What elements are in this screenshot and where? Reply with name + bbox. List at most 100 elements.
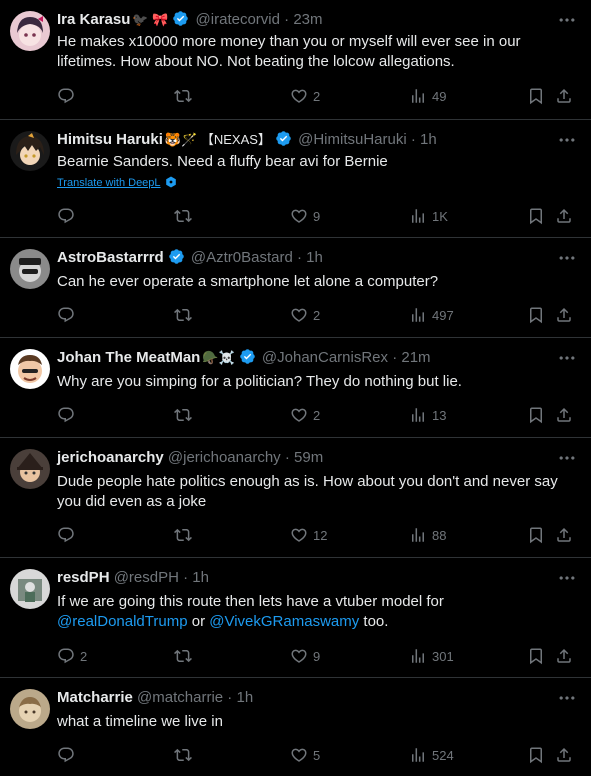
display-name[interactable]: AstroBastarrrd: [57, 249, 164, 266]
share-button[interactable]: [555, 646, 573, 666]
reply-button[interactable]: [57, 305, 80, 325]
mention-link[interactable]: @realDonaldTrump: [57, 613, 188, 630]
handle[interactable]: @resdPH: [114, 569, 179, 586]
like-button[interactable]: 5: [290, 745, 320, 765]
mention-link[interactable]: @VivekGRamaswamy: [209, 613, 359, 630]
verified-badge-icon[interactable]: [275, 130, 292, 147]
share-button[interactable]: [555, 305, 573, 325]
handle[interactable]: @JohanCarnisRex: [262, 349, 388, 366]
post-4[interactable]: Johan The MeatMan 🪖☠️ @JohanCarnisRex · 2…: [0, 338, 591, 438]
views-button[interactable]: 88: [409, 525, 446, 545]
views-button[interactable]: 1K: [409, 206, 448, 226]
share-icon: [555, 406, 573, 424]
bookmark-icon: [527, 647, 545, 665]
share-button[interactable]: [555, 405, 573, 425]
post-6[interactable]: resdPH @resdPH · 1h If we are going this…: [0, 558, 591, 678]
more-icon[interactable]: [557, 568, 577, 588]
avatar[interactable]: [10, 569, 50, 609]
reply-button[interactable]: [57, 206, 80, 226]
avatar[interactable]: [10, 11, 50, 51]
more-icon[interactable]: [557, 10, 577, 30]
views-button[interactable]: 49: [409, 86, 446, 106]
handle[interactable]: @jerichoanarchy: [168, 449, 281, 466]
avatar[interactable]: [10, 131, 50, 171]
avatar[interactable]: [10, 249, 50, 289]
timestamp[interactable]: 23m: [293, 11, 322, 28]
post-1[interactable]: Ira Karasu 🐦‍⬛ 🎀 @iratecorvid · 23m He ma…: [0, 0, 591, 120]
like-button[interactable]: 2: [290, 86, 320, 106]
reply-button[interactable]: [57, 86, 80, 106]
handle[interactable]: @HimitsuHaruki: [298, 131, 407, 148]
retweet-button[interactable]: [174, 405, 192, 425]
views-button[interactable]: 497: [409, 305, 454, 325]
more-icon[interactable]: [557, 130, 577, 150]
more-icon[interactable]: [557, 448, 577, 468]
retweet-button[interactable]: [174, 305, 192, 325]
like-icon: [290, 647, 308, 665]
bookmark-button[interactable]: [527, 525, 545, 545]
reply-button[interactable]: 2: [57, 646, 87, 666]
view-count: 1K: [432, 208, 448, 224]
like-button[interactable]: 12: [290, 525, 327, 545]
translate-link[interactable]: Translate with DeepL: [57, 176, 177, 189]
timestamp[interactable]: 1h: [192, 569, 209, 586]
more-icon[interactable]: [557, 688, 577, 708]
reply-button[interactable]: [57, 405, 80, 425]
reply-button[interactable]: [57, 525, 80, 545]
like-button[interactable]: 2: [290, 405, 320, 425]
bookmark-button[interactable]: [527, 206, 545, 226]
display-name[interactable]: Ira Karasu: [57, 11, 130, 28]
retweet-button[interactable]: [174, 86, 192, 106]
verified-badge-icon[interactable]: [168, 248, 185, 265]
bookmark-button[interactable]: [527, 305, 545, 325]
avatar[interactable]: [10, 349, 50, 389]
share-button[interactable]: [555, 206, 573, 226]
share-button[interactable]: [555, 525, 573, 545]
reply-icon: [57, 87, 75, 105]
retweet-button[interactable]: [174, 525, 192, 545]
share-button[interactable]: [555, 745, 573, 765]
views-button[interactable]: 301: [409, 646, 454, 666]
handle[interactable]: @iratecorvid: [196, 11, 280, 28]
timestamp[interactable]: 1h: [420, 131, 437, 148]
post-2[interactable]: Himitsu Haruki 🐯🪄 【NEXAS】 @HimitsuHaruki …: [0, 120, 591, 238]
avatar[interactable]: [10, 689, 50, 729]
post-3[interactable]: AstroBastarrrd @Aztr0Bastard · 1h Can he…: [0, 238, 591, 338]
verified-badge-icon[interactable]: [172, 10, 189, 27]
like-button[interactable]: 2: [290, 305, 320, 325]
views-button[interactable]: 13: [409, 405, 446, 425]
bookmark-button[interactable]: [527, 86, 545, 106]
like-button[interactable]: 9: [290, 206, 320, 226]
like-icon: [290, 746, 308, 764]
share-icon: [555, 746, 573, 764]
bookmark-button[interactable]: [527, 405, 545, 425]
timestamp[interactable]: 1h: [236, 689, 253, 706]
display-name[interactable]: jerichoanarchy: [57, 449, 164, 466]
retweet-button[interactable]: [174, 646, 192, 666]
post-5[interactable]: jerichoanarchy @jerichoanarchy · 59m Dud…: [0, 438, 591, 558]
handle[interactable]: @Aztr0Bastard: [191, 249, 293, 266]
more-icon[interactable]: [557, 348, 577, 368]
share-button[interactable]: [555, 86, 573, 106]
retweet-button[interactable]: [174, 206, 192, 226]
verified-badge-icon[interactable]: [239, 348, 256, 365]
display-name[interactable]: resdPH: [57, 569, 110, 586]
bookmark-button[interactable]: [527, 745, 545, 765]
views-button[interactable]: 524: [409, 745, 454, 765]
display-name[interactable]: Matcharrie: [57, 689, 133, 706]
handle[interactable]: @matcharrie: [137, 689, 223, 706]
timestamp[interactable]: 21m: [401, 349, 430, 366]
timestamp[interactable]: 1h: [306, 249, 323, 266]
avatar[interactable]: [10, 449, 50, 489]
timestamp[interactable]: 59m: [294, 449, 323, 466]
display-name[interactable]: Johan The MeatMan: [57, 349, 200, 366]
like-count: 5: [313, 747, 321, 763]
bookmark-button[interactable]: [527, 646, 545, 666]
post-7[interactable]: Matcharrie @matcharrie · 1h what a timel…: [0, 678, 591, 776]
reply-button[interactable]: [57, 745, 80, 765]
display-name[interactable]: Himitsu Haruki: [57, 131, 163, 148]
like-icon: [290, 87, 308, 105]
retweet-button[interactable]: [174, 745, 192, 765]
like-button[interactable]: 9: [290, 646, 320, 666]
more-icon[interactable]: [557, 248, 577, 268]
